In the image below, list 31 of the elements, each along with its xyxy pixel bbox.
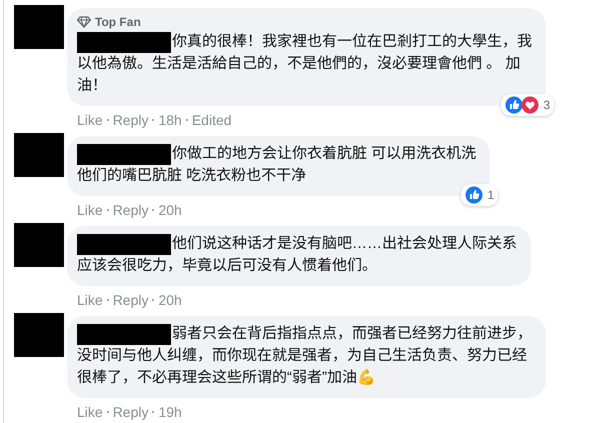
comment-text: 应该会很吃力，毕竟以后可没有人惯着他们。 [77,256,378,276]
timestamp: 20h [158,202,182,218]
edited-label: Edited [192,112,232,128]
comment-text: 油！ [77,76,108,96]
reply-link[interactable]: Reply [112,404,148,420]
comment-text: 你真的很棒！我家裡也有一位在巴剎打工的大學生，我 [172,32,532,52]
timestamp: 19h [158,404,182,420]
avatar-redaction [14,313,64,357]
comment-text: 弱者只会在背后指指点点，而强者已经努力往前进步， [172,324,532,344]
reply-link[interactable]: Reply [112,112,148,128]
comment-text: 他们说这种话才是没有脑吧……出社会处理人际关系 [172,234,518,254]
timestamp: 20h [158,292,182,308]
avatar-redaction [14,223,64,267]
avatar-redaction [14,133,64,177]
comment-text: 你做工的地方会让你衣着肮脏 可以用洗衣机洗 [172,144,476,164]
diamond-icon [77,16,91,28]
comment-text: 他们的嘴巴肮脏 吃洗衣粉也不干净 [77,166,306,186]
like-link[interactable]: Like [77,112,103,128]
comment-text: 很棒了，不必再理会这些所谓的“弱者”加油💪 [77,368,376,388]
badge-label: Top Fan [95,15,141,29]
like-link[interactable]: Like [77,292,103,308]
like-link[interactable]: Like [77,202,103,218]
like-link[interactable]: Like [77,404,103,420]
reply-link[interactable]: Reply [112,292,148,308]
reaction-count: 1 [487,188,494,202]
timestamp: 18h [158,112,182,128]
avatar-redaction [14,5,64,49]
reaction-count: 3 [543,98,550,112]
comment-text: 没时间与他人纠缠，而你现在就是强者，为自己生活负责、努力已经 [77,346,528,366]
comment-text: 以他為傲。生活是活給自己的，不是他們的，沒必要理會他們 。 加 [77,54,520,74]
reply-link[interactable]: Reply [112,202,148,218]
